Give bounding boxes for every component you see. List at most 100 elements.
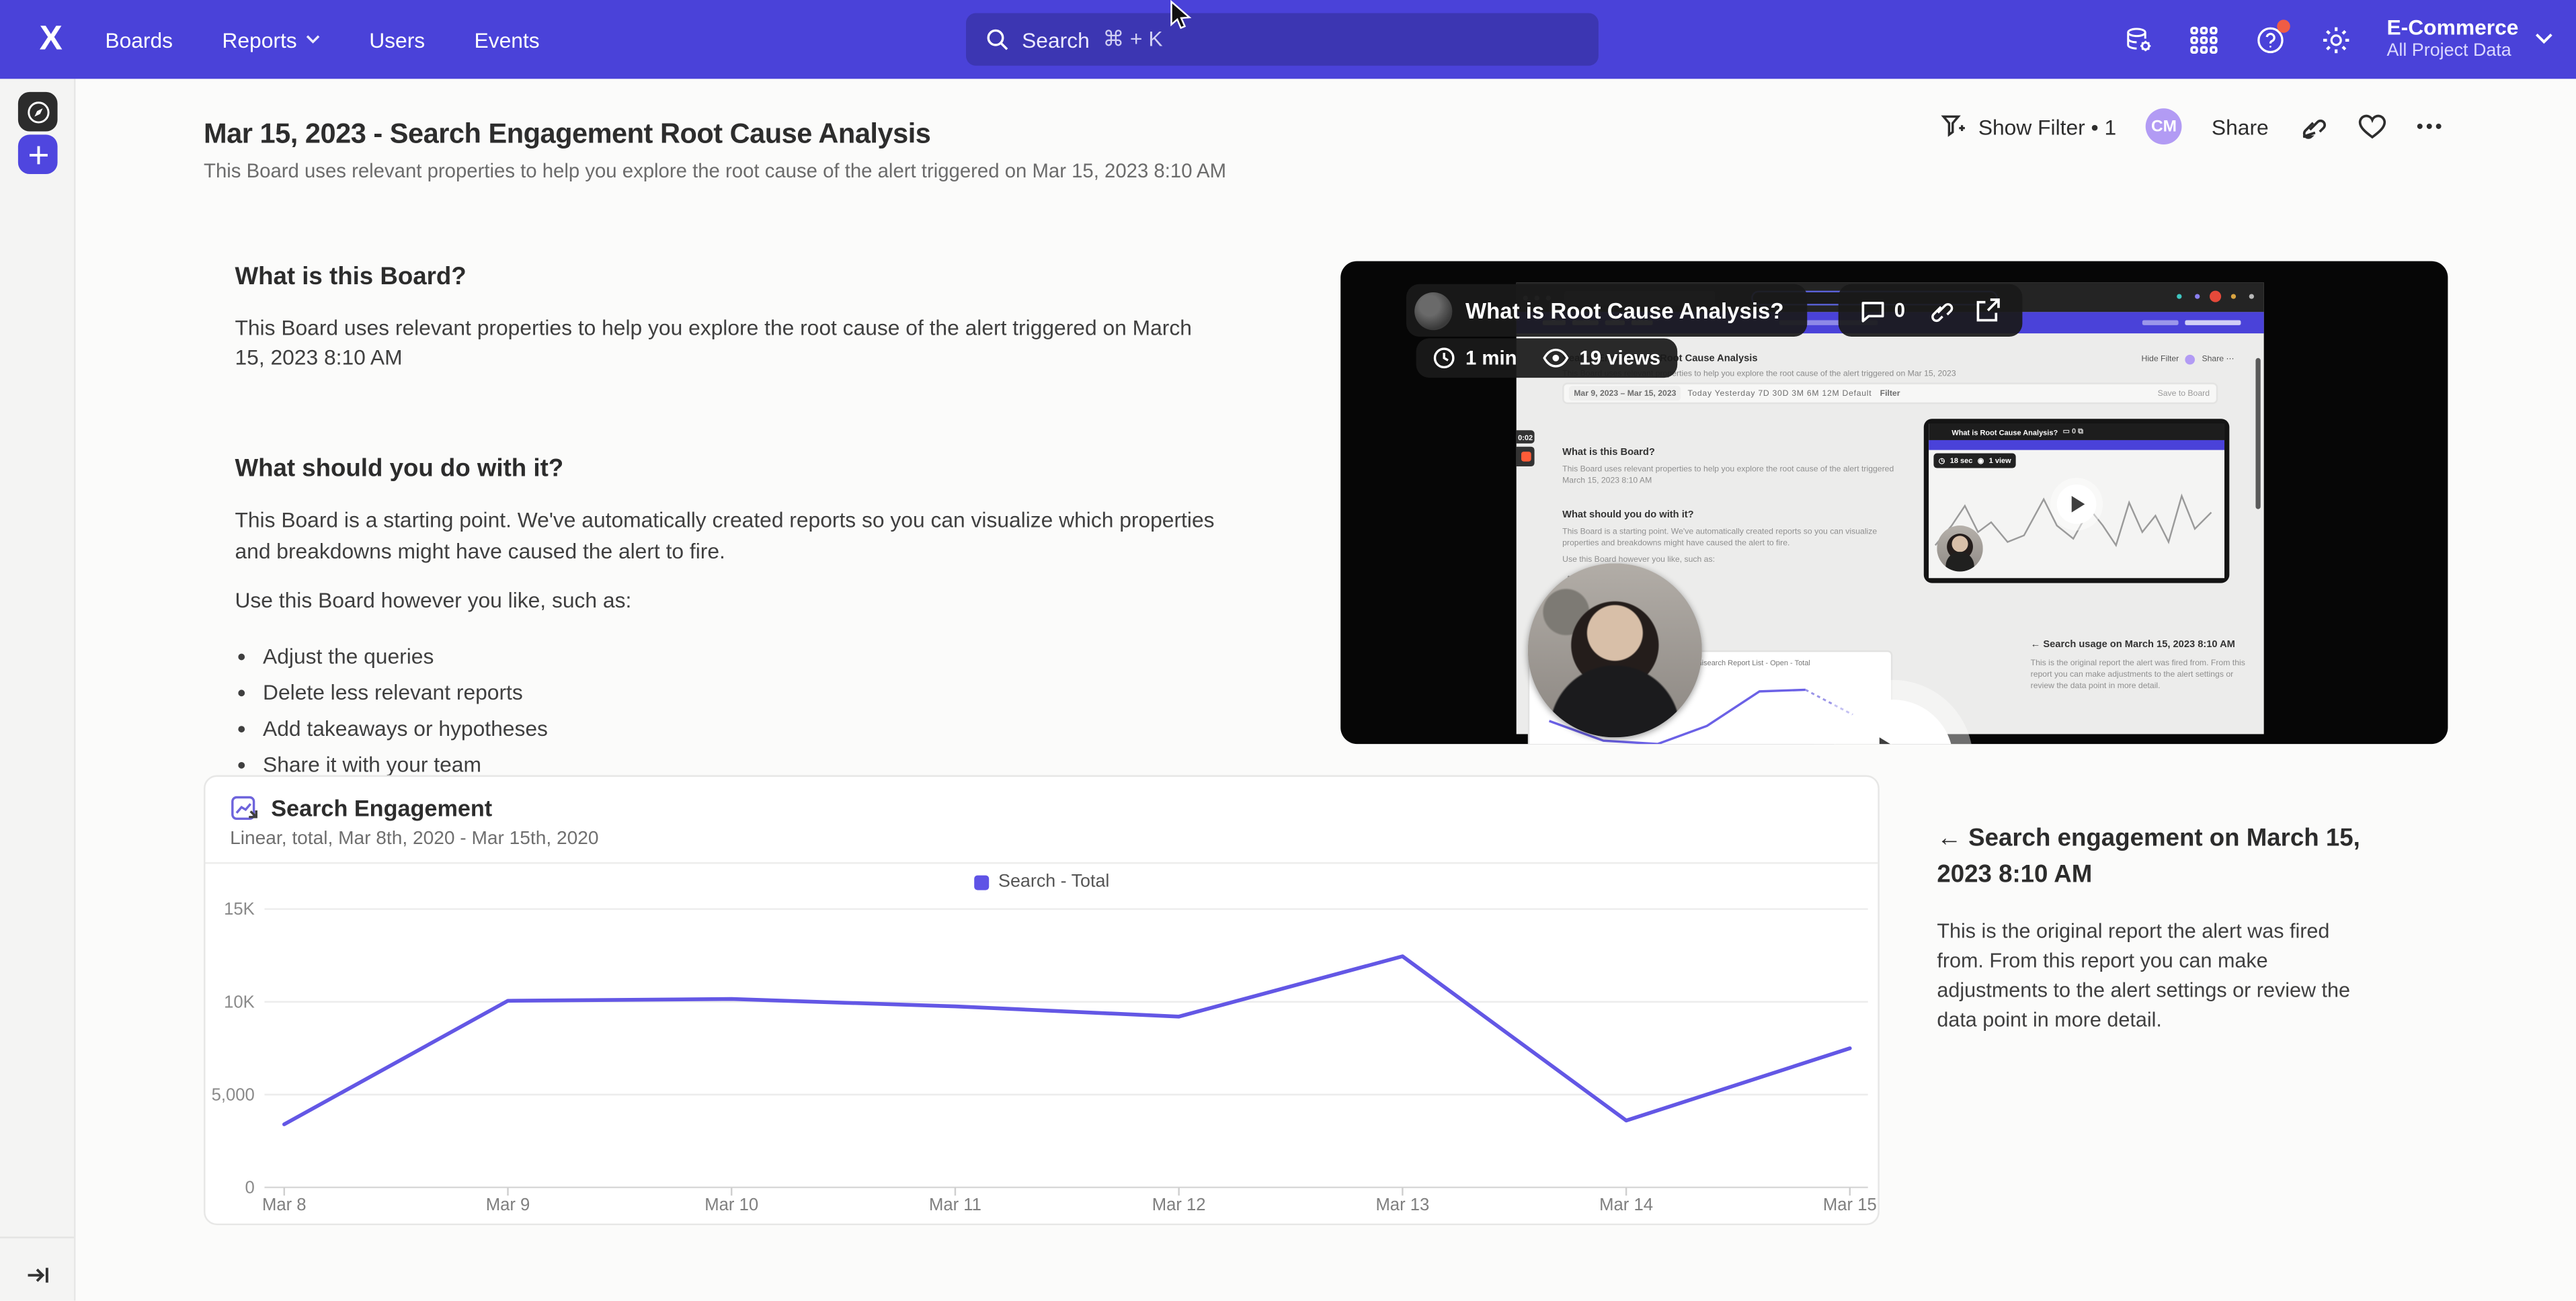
copy-video-link-icon[interactable] — [1927, 297, 1953, 323]
nested-stats-chip: ◷18 sec ◉1 view — [1933, 454, 2016, 468]
page-subtitle: This Board uses relevant properties to h… — [204, 159, 1226, 182]
more-menu-button[interactable]: ••• — [2417, 115, 2445, 138]
report-title[interactable]: Search Engagement — [271, 795, 492, 821]
notification-dot — [2277, 19, 2290, 33]
section-paragraph: This Board uses relevant properties to h… — [235, 314, 1220, 374]
project-scope: All Project Data — [2386, 41, 2518, 62]
svg-text:Mar 12: Mar 12 — [1152, 1195, 1206, 1214]
svg-text:Mar 15: Mar 15 — [1823, 1195, 1877, 1214]
video-author-avatar — [1414, 292, 1452, 329]
nav-item-reports[interactable]: Reports — [222, 27, 319, 52]
comment-count: 0 — [1894, 299, 1905, 322]
board-text-column: What is this Board? This Board uses rele… — [235, 263, 1253, 787]
page-title: Mar 15, 2023 - Search Engagement Root Ca… — [204, 118, 930, 151]
report-subtitle: Linear, total, Mar 8th, 2020 - Mar 15th,… — [230, 829, 598, 849]
video-actions-pill: 0 — [1839, 284, 2022, 337]
copy-link-icon[interactable] — [2298, 112, 2328, 141]
section-paragraph: Use this Board however you like, such as… — [235, 586, 1234, 616]
webcam-presenter-circle — [1528, 563, 1702, 737]
section-heading: What is this Board? — [235, 263, 1253, 291]
clock-icon — [1433, 347, 1455, 370]
nested-play-button[interactable] — [2057, 485, 2097, 524]
nav-item-boards[interactable]: Boards — [105, 27, 173, 52]
usage-bullet: Adjust the queries — [263, 642, 1254, 671]
section-heading: What should you do with it? — [235, 456, 1253, 484]
mixpanel-logo-icon[interactable]: X — [23, 19, 79, 59]
svg-text:Mar 8: Mar 8 — [262, 1195, 307, 1214]
video-views: 19 views — [1579, 347, 1660, 370]
mini-aside-paragraph: review the data point in more detail. — [2031, 681, 2161, 691]
board-controls: Show Filter • 1 CM Share ••• — [1941, 108, 2445, 144]
nav-item-users[interactable]: Users — [369, 27, 425, 52]
open-external-icon[interactable] — [1974, 297, 2001, 323]
comment-bubble-icon[interactable] — [1859, 298, 1886, 323]
left-rail — [0, 79, 75, 1301]
mini-daterange-row: Mar 9, 2023 – Mar 15, 2023 Today Yesterd… — [1562, 382, 2218, 404]
svg-text:Mar 10: Mar 10 — [705, 1195, 758, 1214]
favorite-heart-icon[interactable] — [2358, 112, 2387, 141]
top-nav: X Boards Reports Users Events Search ⌘ + K — [0, 0, 2576, 79]
data-management-icon[interactable] — [2124, 25, 2153, 54]
nested-nav-bar — [1929, 440, 2224, 450]
mini-paragraph: March 15, 2023 8:10 AM — [1562, 476, 1652, 487]
nested-video-frame: What is Root Cause Analysis?▭ 0 ⧉ ◷18 se… — [1924, 419, 2230, 583]
recording-dot — [2210, 291, 2221, 302]
chevron-down-icon — [2535, 34, 2553, 45]
filter-plus-icon — [1941, 114, 1967, 140]
section-paragraph: This Board is a starting point. We've au… — [235, 507, 1234, 566]
nav-item-label: Reports — [222, 27, 296, 52]
svg-text:15K: 15K — [224, 900, 255, 919]
nav-item-label: Events — [475, 27, 540, 52]
svg-text:10K: 10K — [224, 993, 255, 1011]
video-stats-pill: 1 min 19 views — [1416, 338, 1677, 378]
nested-video-titlebar: What is Root Cause Analysis?▭ 0 ⧉ — [1929, 424, 2224, 440]
svg-text:Mar 9: Mar 9 — [486, 1195, 530, 1214]
share-button[interactable]: Share — [2212, 114, 2269, 139]
usage-bullet: Add takeaways or hypotheses — [263, 714, 1254, 744]
tutorial-video-player[interactable]: Search Engagement Root Cause Analysis Hi… — [1340, 261, 2448, 745]
discover-compass-button[interactable] — [18, 92, 58, 132]
settings-gear-icon[interactable] — [2321, 25, 2351, 54]
mouse-cursor — [1166, 0, 1193, 33]
chevron-down-icon — [305, 34, 320, 44]
search-shortcut: ⌘ + K — [1102, 26, 1162, 52]
usage-bullet: Delete less relevant reports — [263, 678, 1254, 708]
project-switcher[interactable]: E-Commerce All Project Data — [2386, 17, 2552, 62]
search-placeholder: Search — [1022, 27, 1090, 52]
report-card-search-engagement[interactable]: Search Engagement Linear, total, Mar 8th… — [204, 775, 1880, 1226]
svg-text:Mar 13: Mar 13 — [1375, 1195, 1429, 1214]
line-chart-plot[interactable]: 05,00010K15KMar 8Mar 9Mar 10Mar 11Mar 12… — [205, 864, 1881, 1226]
avatar[interactable]: CM — [2146, 108, 2182, 144]
nav-item-events[interactable]: Events — [475, 27, 540, 52]
rail-divider — [0, 1236, 74, 1238]
mini-board-controls: Hide FilterShare ⋯ — [2142, 355, 2235, 365]
apps-grid-icon[interactable] — [2189, 25, 2219, 54]
nav-right-cluster: E-Commerce All Project Data — [2124, 0, 2552, 79]
video-title-pill: What is Root Cause Analysis? — [1406, 284, 1807, 337]
nav-item-label: Users — [369, 27, 425, 52]
project-name: E-Commerce — [2386, 17, 2518, 42]
nav-menu: Boards Reports Users Events — [105, 27, 539, 52]
search-input[interactable]: Search ⌘ + K — [966, 13, 1599, 66]
recorder-timer-chip: 0:02 — [1517, 430, 1535, 444]
create-plus-button[interactable] — [18, 134, 58, 174]
context-note-paragraph: This is the original report the alert wa… — [1937, 915, 2374, 1034]
mini-paragraph: This Board uses relevant properties to h… — [1562, 465, 1894, 475]
mini-aside-paragraph: report you can make adjustments to the a… — [2031, 670, 2234, 680]
recorder-stop-chip[interactable] — [1517, 447, 1535, 466]
nav-item-label: Boards — [105, 27, 173, 52]
show-filter-label: Show Filter • 1 — [1978, 114, 2116, 139]
svg-text:5,000: 5,000 — [212, 1085, 255, 1104]
context-note-heading: ← Search engagement on March 15, 2023 8:… — [1937, 821, 2374, 892]
show-filter-button[interactable]: Show Filter • 1 — [1941, 114, 2117, 140]
help-icon[interactable] — [2255, 25, 2285, 54]
mini-heading: What is this Board? — [1562, 448, 1655, 458]
mini-aside-paragraph: This is the original report the alert wa… — [2031, 659, 2245, 669]
video-duration: 1 min — [1465, 347, 1517, 370]
expand-sidebar-icon[interactable] — [22, 1258, 54, 1291]
svg-text:Mar 11: Mar 11 — [929, 1195, 981, 1214]
eye-icon — [1543, 348, 1570, 368]
search-icon — [985, 28, 1008, 51]
mini-scrollbar[interactable] — [2255, 358, 2260, 509]
mini-paragraph: properties and breakdowns might have cau… — [1562, 539, 1789, 549]
